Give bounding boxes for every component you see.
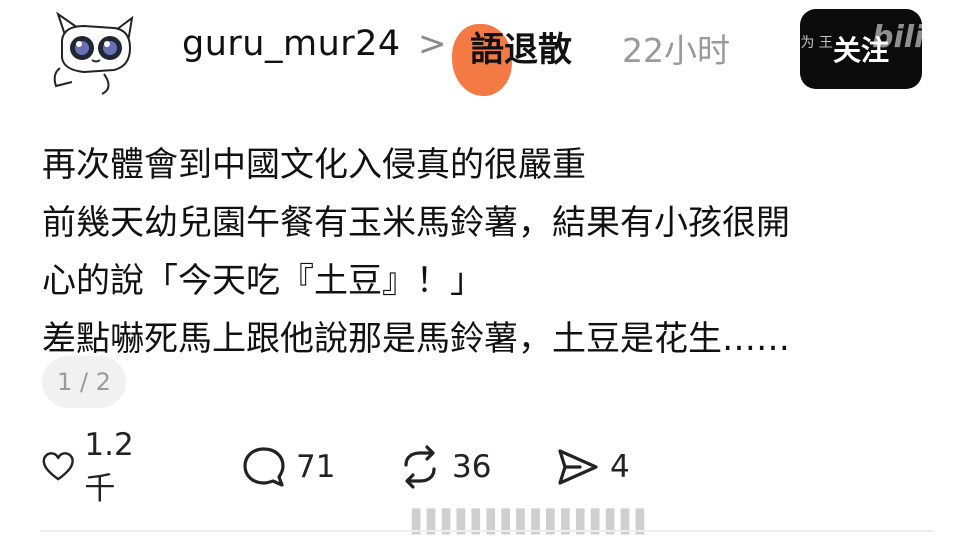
page-indicator[interactable]: 1 / 2 [42, 356, 126, 408]
username[interactable]: guru_mur24 [182, 24, 401, 64]
share-button[interactable]: 4 [554, 442, 630, 492]
bilibili-watermark: bilibili [872, 20, 974, 55]
heart-icon [42, 452, 74, 481]
like-button[interactable]: 1.2千 [40, 427, 145, 507]
send-icon [558, 449, 598, 485]
content-line: 差點嚇死馬上跟他說那是馬鈴薯，土豆是花生…… [42, 319, 790, 359]
repost-count: 36 [452, 449, 492, 485]
divider [40, 530, 934, 532]
comment-button[interactable]: 71 [240, 442, 335, 492]
content-line: 前幾天幼兒園午餐有玉米馬鈴薯，結果有小孩很開 [42, 203, 790, 243]
avatar[interactable] [44, 8, 144, 96]
topic-link[interactable]: 語退散 [470, 22, 572, 71]
watermark-text: 由 帮为 王 [768, 35, 833, 51]
share-count: 4 [610, 449, 630, 485]
chevron-right-icon: > [418, 24, 447, 64]
repost-button[interactable]: 36 [396, 442, 491, 492]
content-line: 心的說「今天吃『土豆』！」 [42, 261, 484, 301]
post-content: 再次體會到中國文化入侵真的很嚴重 前幾天幼兒園午餐有玉米馬鈴薯，結果有小孩很開 … [42, 136, 942, 368]
comment-icon [243, 447, 285, 487]
comment-count: 71 [296, 449, 336, 485]
like-count: 1.2千 [84, 426, 134, 507]
post-time: 22小时 [622, 31, 730, 70]
cat-avatar-icon [53, 11, 134, 95]
content-line: 再次體會到中國文化入侵真的很嚴重 [42, 145, 586, 185]
repost-icon [404, 445, 436, 489]
